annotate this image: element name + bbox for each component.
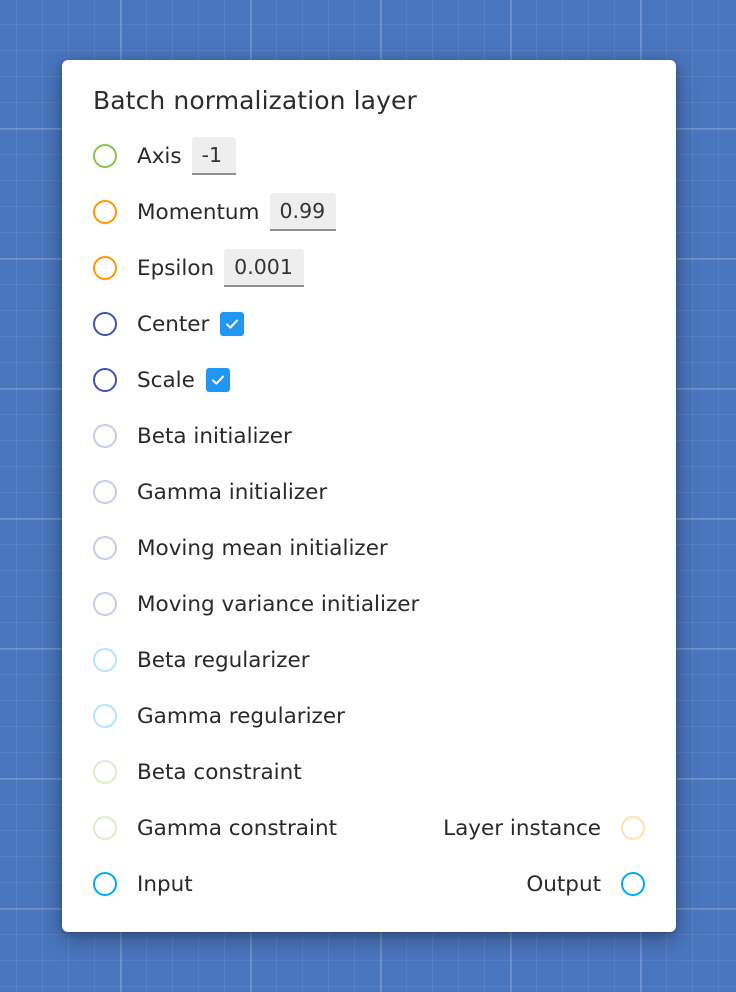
output-socket[interactable] [621, 872, 645, 896]
scale-socket[interactable] [93, 368, 117, 392]
center-socket[interactable] [93, 312, 117, 336]
layer-instance-label: Layer instance [443, 815, 601, 841]
moving-variance-initializer-socket[interactable] [93, 592, 117, 616]
param-row-center: Center [93, 304, 645, 344]
param-row-gamma-regularizer: Gamma regularizer [93, 696, 645, 736]
output-label: Output [526, 871, 601, 897]
epsilon-label: Epsilon [137, 255, 215, 281]
beta-initializer-socket[interactable] [93, 424, 117, 448]
param-row-beta-constraint: Beta constraint [93, 752, 645, 792]
gamma-regularizer-label: Gamma regularizer [137, 703, 345, 729]
param-row-moving-variance-initializer: Moving variance initializer [93, 584, 645, 624]
param-row-beta-initializer: Beta initializer [93, 416, 645, 456]
momentum-input[interactable] [269, 193, 336, 231]
param-row-momentum: Momentum [93, 192, 645, 232]
center-checkbox[interactable] [220, 312, 245, 336]
param-row-scale: Scale [93, 360, 645, 400]
axis-socket[interactable] [93, 144, 117, 168]
axis-label: Axis [137, 143, 182, 169]
param-row-beta-regularizer: Beta regularizer [93, 640, 645, 680]
param-row-gamma-initializer: Gamma initializer [93, 472, 645, 512]
gamma-initializer-socket[interactable] [93, 480, 117, 504]
gamma-regularizer-socket[interactable] [93, 704, 117, 728]
beta-regularizer-label: Beta regularizer [137, 647, 310, 673]
input-label: Input [137, 871, 193, 897]
center-label: Center [137, 311, 210, 337]
node-title: Batch normalization layer [93, 86, 417, 115]
gamma-constraint-socket[interactable] [93, 816, 117, 840]
gamma-constraint-label: Gamma constraint [137, 815, 338, 841]
gamma-initializer-label: Gamma initializer [137, 479, 328, 505]
checkmark-icon [211, 375, 224, 385]
batch-normalization-node[interactable]: Batch normalization layer Axis Momentum … [62, 60, 676, 932]
scale-label: Scale [137, 367, 195, 393]
layer-instance-socket[interactable] [621, 816, 645, 840]
param-row-gamma-constraint: Gamma constraint Layer instance [93, 808, 645, 848]
moving-variance-initializer-label: Moving variance initializer [137, 591, 420, 617]
moving-mean-initializer-label: Moving mean initializer [137, 535, 388, 561]
momentum-socket[interactable] [93, 200, 117, 224]
scale-checkbox[interactable] [205, 368, 230, 392]
checkmark-icon [226, 319, 239, 329]
beta-regularizer-socket[interactable] [93, 648, 117, 672]
input-socket[interactable] [93, 872, 117, 896]
io-row: Input Output [93, 864, 645, 904]
epsilon-socket[interactable] [93, 256, 117, 280]
moving-mean-initializer-socket[interactable] [93, 536, 117, 560]
beta-constraint-label: Beta constraint [137, 759, 302, 785]
param-row-axis: Axis [93, 136, 645, 176]
param-row-epsilon: Epsilon [93, 248, 645, 288]
epsilon-input[interactable] [224, 249, 305, 287]
param-row-moving-mean-initializer: Moving mean initializer [93, 528, 645, 568]
axis-input[interactable] [191, 137, 236, 175]
beta-constraint-socket[interactable] [93, 760, 117, 784]
momentum-label: Momentum [137, 199, 260, 225]
beta-initializer-label: Beta initializer [137, 423, 292, 449]
